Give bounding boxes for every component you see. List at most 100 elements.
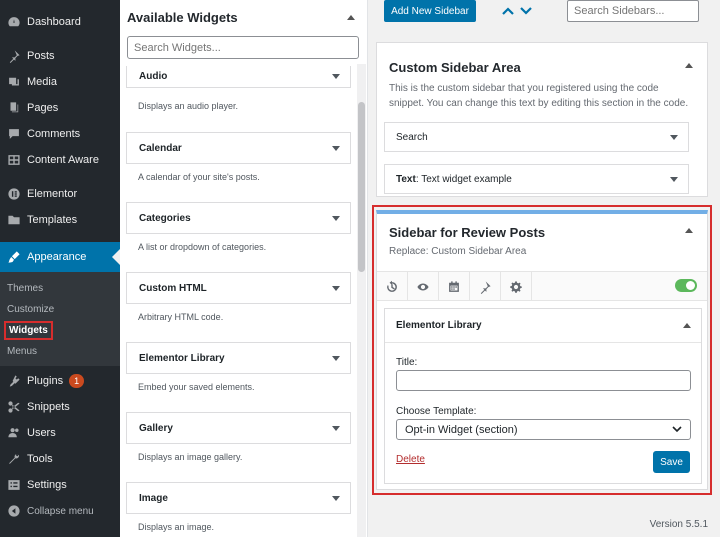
search-widgets-input[interactable] bbox=[127, 36, 359, 59]
custom-sidebar-area-panel: Custom Sidebar Area This is the custom s… bbox=[376, 42, 708, 197]
folder-icon bbox=[6, 212, 22, 228]
custom-sidebar-description: This is the custom sidebar that you regi… bbox=[389, 83, 689, 109]
widget-description: Arbitrary HTML code. bbox=[138, 312, 224, 322]
chevron-down-icon bbox=[332, 495, 340, 501]
widget-item-gallery: Gallery Displays an image gallery. bbox=[126, 412, 352, 482]
widget-audio[interactable]: Audio bbox=[126, 66, 351, 88]
widget-item-custom-html: Custom HTML Arbitrary HTML code. bbox=[126, 272, 352, 342]
menu-content-aware[interactable]: Content Aware bbox=[0, 147, 120, 173]
elementor-library-widget: Elementor Library Title: Choose Template… bbox=[384, 308, 702, 484]
plugin-icon bbox=[6, 373, 22, 389]
arrow-up-icon[interactable] bbox=[502, 6, 514, 16]
chevron-down-icon bbox=[332, 355, 340, 361]
chevron-down-icon bbox=[332, 425, 340, 431]
menu-comments[interactable]: Comments bbox=[0, 121, 120, 147]
chevron-down-icon bbox=[670, 176, 678, 182]
menu-appearance[interactable]: Appearance bbox=[0, 242, 120, 272]
chevron-down-icon bbox=[670, 134, 678, 140]
arrow-down-icon[interactable] bbox=[520, 6, 532, 16]
submenu-widgets[interactable]: Widgets bbox=[0, 320, 120, 341]
widget-elementor-library[interactable]: Elementor Library bbox=[126, 342, 351, 374]
admin-menu: Dashboard Posts Media Pages Comments Con… bbox=[0, 0, 120, 537]
sort-arrows bbox=[502, 6, 532, 16]
review-sidebar-panel: Sidebar for Review Posts Replace: Custom… bbox=[376, 210, 708, 490]
submenu-menus[interactable]: Menus bbox=[0, 341, 120, 362]
scissors-icon bbox=[6, 399, 22, 415]
available-widgets-header: Available Widgets bbox=[120, 0, 367, 34]
dashboard-icon bbox=[6, 14, 22, 30]
users-icon bbox=[6, 425, 22, 441]
collapse-caret-icon[interactable] bbox=[685, 63, 693, 68]
widget-gallery[interactable]: Gallery bbox=[126, 412, 351, 444]
pin-icon[interactable] bbox=[470, 272, 501, 301]
widget-description: Embed your saved elements. bbox=[138, 382, 255, 392]
brush-icon bbox=[6, 249, 22, 265]
widget-image[interactable]: Image bbox=[126, 482, 351, 514]
menu-media[interactable]: Media bbox=[0, 69, 120, 95]
sidebar-enabled-toggle[interactable] bbox=[675, 279, 697, 292]
menu-elementor[interactable]: Elementor bbox=[0, 181, 120, 207]
eye-icon[interactable] bbox=[408, 272, 439, 301]
sidebar-widget-search[interactable]: Search bbox=[384, 122, 689, 152]
collapse-caret-icon[interactable] bbox=[685, 228, 693, 233]
delete-link[interactable]: Delete bbox=[396, 454, 425, 465]
history-icon[interactable] bbox=[377, 272, 408, 301]
submenu-themes[interactable]: Themes bbox=[0, 278, 120, 299]
sidebars-toolbar: Add New Sidebar bbox=[384, 0, 714, 24]
custom-sidebar-title: Custom Sidebar Area bbox=[389, 60, 521, 75]
widget-item-elementor-library: Elementor Library Embed your saved eleme… bbox=[126, 342, 352, 412]
wrench-icon bbox=[6, 451, 22, 467]
widget-list-scrollbar[interactable] bbox=[357, 64, 366, 537]
widget-description: Displays an image. bbox=[138, 522, 215, 532]
widget-description: A list or dropdown of categories. bbox=[138, 242, 267, 252]
widget-item-calendar: Calendar A calendar of your site's posts… bbox=[126, 132, 352, 202]
pin-icon bbox=[6, 48, 22, 64]
title-field[interactable] bbox=[396, 370, 691, 391]
widget-type-label: Text bbox=[396, 173, 416, 185]
elementor-icon bbox=[6, 186, 22, 202]
chevron-down-icon bbox=[332, 74, 340, 79]
menu-pages[interactable]: Pages bbox=[0, 95, 120, 121]
widget-calendar[interactable]: Calendar bbox=[126, 132, 351, 164]
menu-settings[interactable]: Settings bbox=[0, 472, 120, 498]
save-button[interactable]: Save bbox=[653, 451, 690, 473]
scrollbar-thumb[interactable] bbox=[358, 102, 365, 272]
grid-icon bbox=[6, 152, 22, 168]
add-new-sidebar-button[interactable]: Add New Sidebar bbox=[384, 0, 476, 22]
menu-posts[interactable]: Posts bbox=[0, 43, 120, 69]
choose-template-label: Choose Template: bbox=[396, 406, 477, 417]
sidebar-widget-text[interactable]: Text: Text widget example bbox=[384, 164, 689, 194]
menu-templates[interactable]: Templates bbox=[0, 207, 120, 233]
widget-categories[interactable]: Categories bbox=[126, 202, 351, 234]
widget-description: Displays an audio player. bbox=[138, 101, 239, 111]
menu-tools[interactable]: Tools bbox=[0, 446, 120, 472]
plugins-update-badge: 1 bbox=[69, 374, 85, 388]
available-widgets-panel: Available Widgets Audio Displays an audi… bbox=[120, 0, 368, 537]
menu-plugins[interactable]: Plugins 1 bbox=[0, 368, 120, 394]
submenu-customize[interactable]: Customize bbox=[0, 299, 120, 320]
menu-snippets[interactable]: Snippets bbox=[0, 394, 120, 420]
gear-icon[interactable] bbox=[501, 272, 532, 301]
collapse-caret-icon bbox=[683, 323, 691, 328]
widget-item-image: Image Displays an image. bbox=[126, 482, 352, 537]
chevron-down-icon bbox=[332, 215, 340, 221]
widget-description: Displays an image gallery. bbox=[138, 452, 243, 462]
appearance-submenu: Themes Customize Widgets Menus bbox=[0, 272, 120, 366]
menu-dashboard[interactable]: Dashboard bbox=[0, 10, 120, 34]
elementor-library-widget-header[interactable]: Elementor Library bbox=[385, 309, 701, 343]
version-text: Version 5.5.1 bbox=[649, 519, 708, 530]
calendar-icon[interactable] bbox=[439, 272, 470, 301]
pages-icon bbox=[6, 100, 22, 116]
widget-item-categories: Categories A list or dropdown of categor… bbox=[126, 202, 352, 272]
search-sidebars-input[interactable] bbox=[567, 0, 699, 22]
current-menu-arrow bbox=[112, 249, 120, 265]
collapse-caret-icon[interactable] bbox=[347, 14, 355, 20]
chevron-down-icon bbox=[672, 426, 682, 433]
choose-template-select[interactable]: Opt-in Widget (section) bbox=[396, 419, 691, 440]
widget-title-label: : Text widget example bbox=[415, 173, 512, 185]
title-field-label: Title: bbox=[396, 357, 418, 368]
chevron-down-icon bbox=[332, 285, 340, 291]
menu-users[interactable]: Users bbox=[0, 420, 120, 446]
widget-custom-html[interactable]: Custom HTML bbox=[126, 272, 351, 304]
collapse-menu[interactable]: Collapse menu bbox=[0, 498, 120, 524]
